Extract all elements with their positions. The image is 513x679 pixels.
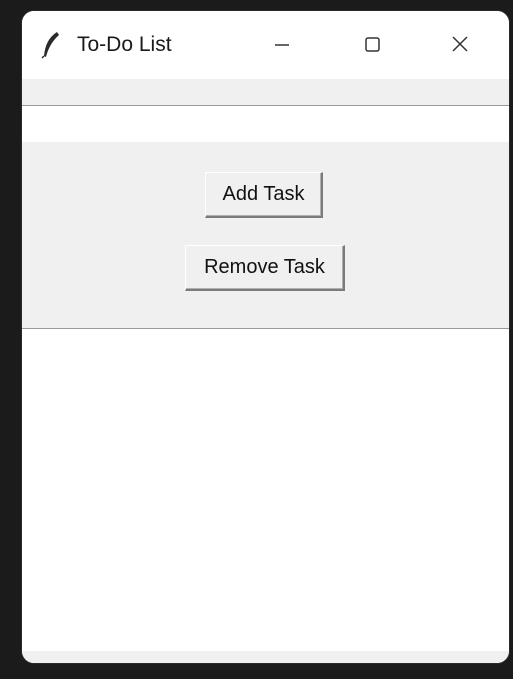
button-frame: Add Task Remove Task (22, 142, 509, 329)
feather-icon (40, 31, 62, 59)
menu-strip (22, 79, 509, 106)
minimize-icon (252, 44, 312, 73)
close-button[interactable] (430, 21, 490, 69)
maximize-icon (342, 37, 402, 73)
close-icon (430, 36, 490, 73)
window-title: To-Do List (77, 33, 172, 56)
maximize-button[interactable] (342, 21, 402, 69)
task-listbox[interactable] (22, 329, 509, 651)
remove-task-button[interactable]: Remove Task (185, 245, 345, 291)
task-entry-field[interactable] (22, 106, 509, 142)
todo-window: To-Do List Add Task Remove Task (22, 11, 509, 663)
add-task-button[interactable]: Add Task (205, 172, 323, 218)
bottom-strip (22, 651, 509, 663)
title-bar[interactable]: To-Do List (22, 11, 509, 79)
minimize-button[interactable] (252, 21, 312, 69)
